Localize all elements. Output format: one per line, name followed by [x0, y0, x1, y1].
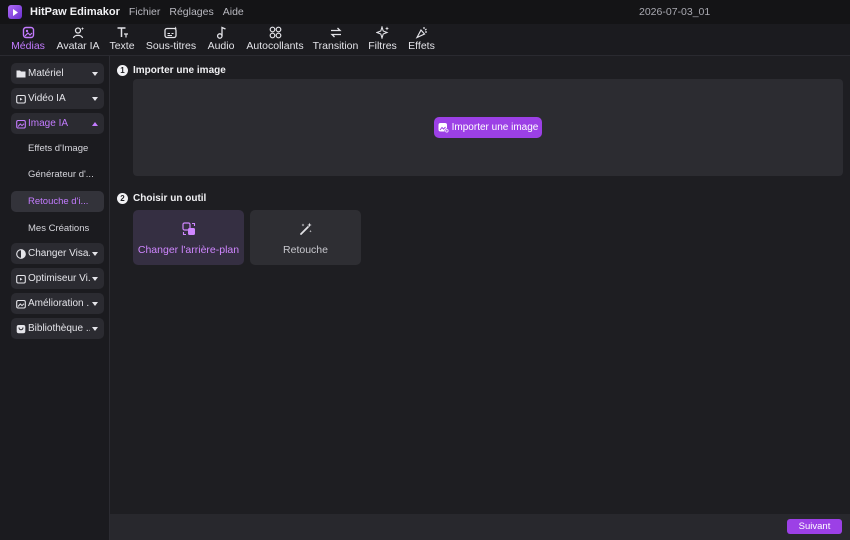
app-logo-icon [8, 5, 22, 19]
tool-card-changer-arriere-plan[interactable]: Changer l'arrière-plan [133, 210, 244, 265]
chevron-down-icon [90, 301, 100, 306]
audio-icon [215, 25, 227, 40]
step2-number: 2 [117, 193, 128, 204]
tab-filtres[interactable]: Filtres [368, 25, 397, 55]
next-button[interactable]: Suivant [787, 519, 842, 534]
tab-filtres-label: Filtres [368, 40, 397, 52]
project-name: 2026-07-03_01 [639, 6, 711, 18]
sidebar-category-label: Matériel [28, 68, 64, 79]
chevron-down-icon [90, 251, 100, 256]
sidebar-category-label: Bibliothèque ... [28, 323, 90, 334]
filters-icon [375, 25, 390, 40]
effects-icon [415, 25, 428, 40]
sidebar-subitem-label: Générateur d'... [28, 169, 94, 180]
text-icon [116, 25, 129, 40]
main-toolbar: Médias Avatar IA Texte Sous-titres Audio… [0, 24, 850, 56]
sidebar-category-materiel[interactable]: Matériel [11, 63, 104, 84]
menu-aide[interactable]: Aide [223, 6, 244, 18]
sidebar-category-label: Changer Visa... [28, 248, 90, 259]
step1-heading: 1 Importer une image [117, 65, 226, 76]
tab-sous-titres[interactable]: Sous-titres [146, 25, 196, 55]
sidebar-category-label: Vidéo IA [28, 93, 66, 104]
chevron-down-icon [90, 326, 100, 331]
step1-number: 1 [117, 65, 128, 76]
subtitles-icon [164, 25, 178, 40]
face-swap-icon [15, 248, 26, 259]
enhance-icon [15, 298, 26, 309]
sidebar-category-video-ia[interactable]: Vidéo IA [11, 88, 104, 109]
sidebar-category-label: Image IA [28, 118, 69, 129]
tab-audio-label: Audio [207, 40, 235, 52]
import-image-button[interactable]: Importer une image [434, 117, 542, 138]
media-icon [22, 25, 35, 40]
step2-title: Choisir un outil [133, 193, 207, 204]
step2-heading: 2 Choisir un outil [117, 193, 206, 204]
chevron-down-icon [90, 71, 100, 76]
import-drop-zone[interactable]: Importer une image [133, 79, 843, 176]
sidebar-subitem-retouche[interactable]: Retouche d'i... [11, 191, 104, 212]
sidebar-category-changer-visage[interactable]: Changer Visa... [11, 243, 104, 264]
sidebar-subitem-generateur[interactable]: Générateur d'... [11, 164, 104, 185]
sidebar-subitem-label: Retouche d'i... [28, 196, 89, 207]
main-panel: 1 Importer une image Importer une image … [110, 56, 850, 514]
transition-icon [329, 25, 343, 40]
step1-title: Importer une image [133, 65, 226, 76]
tab-avatar-ia[interactable]: Avatar IA [56, 25, 100, 55]
tab-sous-titres-label: Sous-titres [145, 40, 197, 52]
chevron-down-icon [90, 96, 100, 101]
sidebar-category-optimiseur-video[interactable]: Optimiseur Vi... [11, 268, 104, 289]
add-image-icon [438, 122, 449, 133]
sidebar-category-label: Amélioration ... [28, 298, 90, 309]
sidebar-category-label: Optimiseur Vi... [28, 273, 90, 284]
sidebar-subitem-mes-creations[interactable]: Mes Créations [11, 218, 104, 239]
tab-transition-label: Transition [312, 40, 359, 52]
background-change-icon [181, 222, 196, 236]
tab-texte[interactable]: Texte [109, 25, 135, 55]
sidebar-subitem-label: Mes Créations [28, 223, 90, 234]
bottom-bar: Suivant [110, 514, 850, 540]
tab-audio[interactable]: Audio [206, 25, 236, 55]
tool-card-label: Retouche [283, 244, 328, 256]
tab-autocollants[interactable]: Autocollants [246, 25, 304, 55]
tool-card-retouche[interactable]: Retouche [250, 210, 361, 265]
sidebar-subitem-label: Effets d'Image [28, 143, 89, 154]
chevron-down-icon [90, 276, 100, 281]
chevron-up-icon [90, 121, 100, 126]
folder-icon [15, 68, 26, 79]
video-optimizer-icon [15, 273, 26, 284]
sidebar-category-bibliotheque[interactable]: Bibliothèque ... [11, 318, 104, 339]
menu-reglages[interactable]: Réglages [169, 6, 213, 18]
stickers-icon [269, 25, 282, 40]
ai-image-icon [15, 118, 26, 129]
tab-medias-label: Médias [11, 40, 45, 52]
tab-texte-label: Texte [109, 40, 135, 52]
sidebar-category-amelioration[interactable]: Amélioration ... [11, 293, 104, 314]
tab-effets[interactable]: Effets [408, 25, 435, 55]
tab-medias[interactable]: Médias [9, 25, 47, 55]
tab-effets-label: Effets [408, 40, 435, 52]
magic-wand-icon [299, 222, 313, 236]
sidebar-subitem-effets-image[interactable]: Effets d'Image [11, 138, 104, 159]
tab-avatar-ia-label: Avatar IA [56, 40, 100, 52]
ai-video-icon [15, 93, 26, 104]
tab-transition[interactable]: Transition [313, 25, 358, 55]
tab-autocollants-label: Autocollants [246, 40, 304, 52]
sidebar-category-image-ia[interactable]: Image IA [11, 113, 104, 134]
app-name: HitPaw Edimakor [30, 6, 120, 18]
import-image-button-label: Importer une image [451, 122, 539, 133]
library-icon [15, 323, 26, 334]
avatar-icon [72, 25, 85, 40]
menu-fichier[interactable]: Fichier [129, 6, 161, 18]
tool-card-label: Changer l'arrière-plan [137, 244, 240, 256]
title-bar: HitPaw Edimakor Fichier Réglages Aide 20… [0, 0, 850, 24]
sidebar: Matériel Vidéo IA Image IA Effets d'Imag… [0, 56, 110, 540]
